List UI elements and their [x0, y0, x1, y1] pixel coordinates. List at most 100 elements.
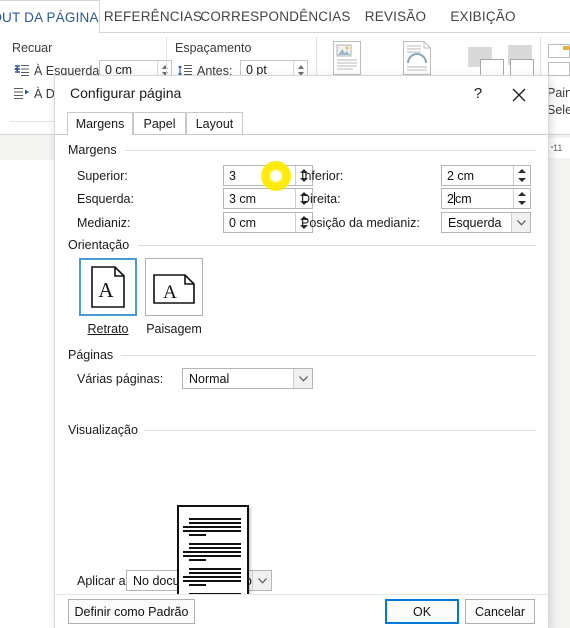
footer-divider [55, 594, 548, 595]
orientation-landscape-button[interactable]: A [145, 258, 203, 316]
label-medianiz: Medianiz: [77, 216, 131, 230]
ribbon-label-a-direita: À D [34, 87, 55, 101]
orientation-portrait-button[interactable]: A [79, 258, 137, 316]
label-inferior: Inferior: [301, 169, 344, 183]
select-posicao-medianiz[interactable]: Esquerda [441, 212, 531, 233]
preview-line [189, 559, 206, 561]
group-line-orientacao [138, 245, 536, 246]
selection-pane-icon-bottom[interactable] [548, 62, 570, 76]
group-line-visualizacao [143, 430, 536, 431]
preview-line [183, 555, 241, 557]
input-direita-value-post: cm [454, 191, 472, 206]
select-posicao-medianiz-value: Esquerda [448, 215, 502, 230]
chevron-down-icon[interactable] [252, 571, 271, 590]
spinner-down-icon[interactable] [514, 176, 530, 186]
tab-margens[interactable]: Margens [67, 112, 133, 135]
spinner-down-icon[interactable] [514, 199, 530, 209]
portrait-page-icon: A [91, 266, 125, 308]
input-medianiz[interactable]: 0 cm [223, 212, 313, 233]
chevron-down-icon[interactable] [511, 213, 530, 232]
tab-label: Margens [75, 116, 125, 131]
preview-line [183, 526, 241, 528]
input-superior[interactable]: 3 [223, 165, 313, 186]
ruler-mark-label: 11 [553, 143, 563, 153]
input-direita[interactable]: 2 cm [441, 188, 531, 209]
cancel-button[interactable]: Cancelar [465, 599, 535, 624]
label-superior: Superior: [77, 169, 128, 183]
ribbon-group-label-recuar: Recuar [12, 41, 53, 55]
label-varias-paginas: Várias páginas: [77, 372, 164, 386]
ribbon-tab-label: REFERÊNCIAS [103, 9, 203, 24]
tab-label: Layout [195, 116, 234, 131]
label-aplicar-a: Aplicar a: [77, 574, 130, 588]
app-root: OUT DA PÁGINA REFERÊNCIAS CORRESPONDÊNCI… [0, 0, 570, 628]
preview-line [183, 530, 241, 532]
dialog-body: Margens Superior: 3 Inferior: 2 cm Esque… [55, 135, 548, 594]
group-line-paginas [121, 355, 536, 356]
orientation-portrait-label: Retrato [79, 322, 137, 336]
preview-line [189, 584, 206, 586]
ok-label: OK [412, 604, 432, 619]
dialog-footer: Definir como Padrão OK Cancelar [55, 594, 548, 628]
selection-pane-label-line2: Sele [547, 103, 570, 117]
help-icon[interactable]: ? [468, 85, 488, 105]
dialog-tab-strip: Margens Papel Layout [55, 112, 548, 135]
svg-text:A: A [163, 282, 177, 303]
select-varias-paginas[interactable]: Normal [182, 368, 313, 389]
ribbon-spacing-before-value: 0 pt [246, 63, 267, 77]
vertical-ruler[interactable]: 11 [548, 138, 570, 158]
ok-button[interactable]: OK [385, 599, 459, 624]
preview-line [189, 543, 241, 545]
ribbon-tab-label: CORRESPONDÊNCIAS [200, 9, 351, 24]
group-label-visualizacao: Visualização [68, 423, 144, 437]
input-direita-value: 2 cm [442, 189, 513, 208]
ribbon-group-label-espacamento: Espaçamento [175, 41, 252, 55]
position-picture-icon[interactable] [333, 41, 361, 80]
preview-line [189, 547, 241, 549]
input-medianiz-value: 0 cm [229, 215, 257, 230]
ribbon-tab-revisao[interactable]: REVISÃO [353, 0, 438, 33]
preview-line [189, 568, 241, 570]
preview-line [183, 551, 241, 553]
preview-line [183, 576, 241, 578]
group-label-margens: Margens [68, 143, 123, 157]
spinner-inferior[interactable] [513, 166, 530, 185]
set-as-default-button[interactable]: Definir como Padrão [68, 599, 195, 624]
ribbon-tab-referencias[interactable]: REFERÊNCIAS [104, 0, 202, 33]
preview-line [183, 580, 241, 582]
close-icon[interactable] [508, 84, 530, 106]
group-line-margens [125, 150, 536, 151]
selection-pane-label-line1: Pain [547, 86, 570, 100]
preview-line [189, 572, 241, 574]
preview-line [189, 518, 241, 520]
ribbon-tab-label: EXIBIÇÃO [450, 9, 516, 24]
indent-right-icon [14, 87, 30, 101]
preview-line [189, 534, 206, 536]
input-inferior-value: 2 cm [447, 168, 475, 183]
ribbon-tab-label: OUT DA PÁGINA [0, 9, 99, 25]
label-direita: Direita: [301, 192, 341, 206]
spinner-direita[interactable] [513, 189, 530, 208]
input-inferior[interactable]: 2 cm [441, 165, 531, 186]
label-esquerda: Esquerda: [77, 192, 134, 206]
ruler-tick-icon [551, 146, 553, 148]
ribbon-tab-exibicao[interactable]: EXIBIÇÃO [438, 0, 528, 33]
select-varias-paginas-value: Normal [189, 371, 230, 386]
tab-layout[interactable]: Layout [186, 112, 243, 135]
group-label-orientacao: Orientação [68, 238, 136, 252]
landscape-page-icon: A [153, 270, 195, 304]
ribbon-tab-correspondencias[interactable]: CORRESPONDÊNCIAS [198, 0, 353, 33]
cancel-label: Cancelar [474, 604, 526, 619]
tab-papel[interactable]: Papel [133, 112, 186, 135]
input-esquerda-value: 3 cm [229, 191, 257, 206]
ribbon-tab-layout-da-pagina[interactable]: OUT DA PÁGINA [0, 0, 100, 33]
wrap-text-icon[interactable] [403, 41, 431, 80]
dialog-title-bar: Configurar página ? [55, 76, 548, 112]
dialog-title: Configurar página [70, 85, 182, 101]
spinner-up-icon[interactable] [514, 166, 530, 176]
tab-label: Papel [143, 116, 176, 131]
input-esquerda[interactable]: 3 cm [223, 188, 313, 209]
spinner-up-icon[interactable] [514, 189, 530, 199]
chevron-down-icon[interactable] [293, 369, 312, 388]
ribbon-tab-label: REVISÃO [364, 9, 427, 24]
